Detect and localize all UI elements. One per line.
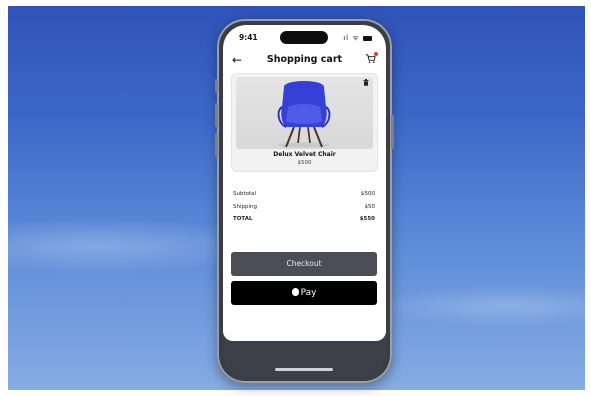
summary-label: Shipping [233, 203, 257, 210]
page-title: Shopping cart [266, 54, 343, 65]
product-name: Delux Velvet Chair [273, 151, 336, 158]
order-summary: Subtotal $500 Shipping $50 TOTAL $550 [233, 191, 375, 229]
apple-icon [291, 288, 299, 296]
status-icons: ıl ᯤ [343, 34, 372, 43]
dynamic-island [280, 31, 328, 44]
cart-badge-dot [374, 52, 378, 56]
home-indicator[interactable] [275, 368, 333, 371]
nav-bar: ← Shopping cart [223, 52, 386, 68]
battery-icon [363, 35, 372, 41]
trash-icon-graphic [363, 79, 369, 86]
summary-value: $550 [359, 216, 375, 222]
wifi-icon: ᯤ [352, 34, 360, 42]
app-view: 9:41 ıl ᯤ ← Shopping cart Delux Velvet C… [223, 25, 386, 341]
trash-icon[interactable] [363, 79, 369, 88]
phone-frame: 9:41 ıl ᯤ ← Shopping cart Delux Velvet C… [215, 19, 394, 383]
status-bar: 9:41 ıl ᯤ [223, 31, 386, 47]
product-image [236, 77, 373, 149]
chair-image [277, 81, 331, 148]
product-card[interactable]: Delux Velvet Chair $500 [231, 73, 378, 172]
side-button-action [215, 79, 218, 93]
phone-screen: 9:41 ıl ᯤ ← Shopping cart Delux Velvet C… [223, 25, 386, 377]
summary-row-shipping: Shipping $50 [233, 204, 375, 217]
signal-icon: ıl [343, 34, 350, 42]
summary-value: $500 [361, 191, 375, 197]
side-button-volume-up [215, 103, 218, 127]
summary-row-subtotal: Subtotal $500 [233, 191, 375, 204]
summary-row-total: TOTAL $550 [233, 216, 375, 229]
checkout-button[interactable]: Checkout [231, 252, 377, 276]
side-button-volume-down [215, 133, 218, 157]
summary-label: TOTAL [233, 216, 253, 222]
summary-value: $50 [364, 203, 376, 210]
apple-pay-label: Pay [300, 288, 317, 298]
side-button-power [391, 115, 394, 149]
product-price: $500 [297, 160, 312, 166]
status-time: 9:41 [239, 33, 258, 42]
summary-label: Subtotal [233, 191, 257, 197]
apple-pay-button[interactable]: Pay [231, 281, 377, 305]
